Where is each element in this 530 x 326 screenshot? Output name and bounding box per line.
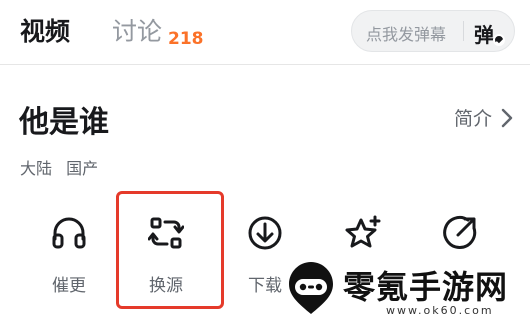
watermark-url: www.ok60.com <box>386 304 494 317</box>
check-icon <box>493 34 505 46</box>
share-icon <box>443 215 477 249</box>
star-plus-icon <box>345 215 381 248</box>
discuss-count-badge: 218 <box>168 29 204 49</box>
danmaku-input[interactable]: 点我发弹幕 <box>366 21 446 45</box>
highlight-box <box>116 191 224 309</box>
danmaku-input-box[interactable]: 点我发弹幕 弹 <box>351 10 515 52</box>
divider <box>463 21 464 41</box>
remind-update-button[interactable]: 催更 <box>21 205 117 305</box>
download-icon <box>248 216 282 250</box>
tab-video[interactable]: 视频 <box>20 12 70 48</box>
show-tags: 大陆 国产 <box>20 155 98 179</box>
watermark-text: 零氪手游网 <box>343 268 509 306</box>
action-label: 催更 <box>52 276 86 296</box>
headphones-icon <box>52 217 86 249</box>
tag-category: 国产 <box>66 159 99 178</box>
chevron-right-icon[interactable] <box>500 108 514 128</box>
page-title: 他是谁 <box>19 105 109 140</box>
top-tab-bar: 视频 讨论 218 点我发弹幕 弹 <box>0 0 530 65</box>
tag-region: 大陆 <box>20 159 53 178</box>
tab-discuss[interactable]: 讨论 <box>112 12 162 48</box>
danmaku-toggle-glyph: 弹 <box>474 23 494 47</box>
intro-link[interactable]: 简介 <box>454 104 492 131</box>
watermark-logo-icon <box>289 262 333 314</box>
danmaku-toggle-button[interactable]: 弹 <box>470 13 508 49</box>
